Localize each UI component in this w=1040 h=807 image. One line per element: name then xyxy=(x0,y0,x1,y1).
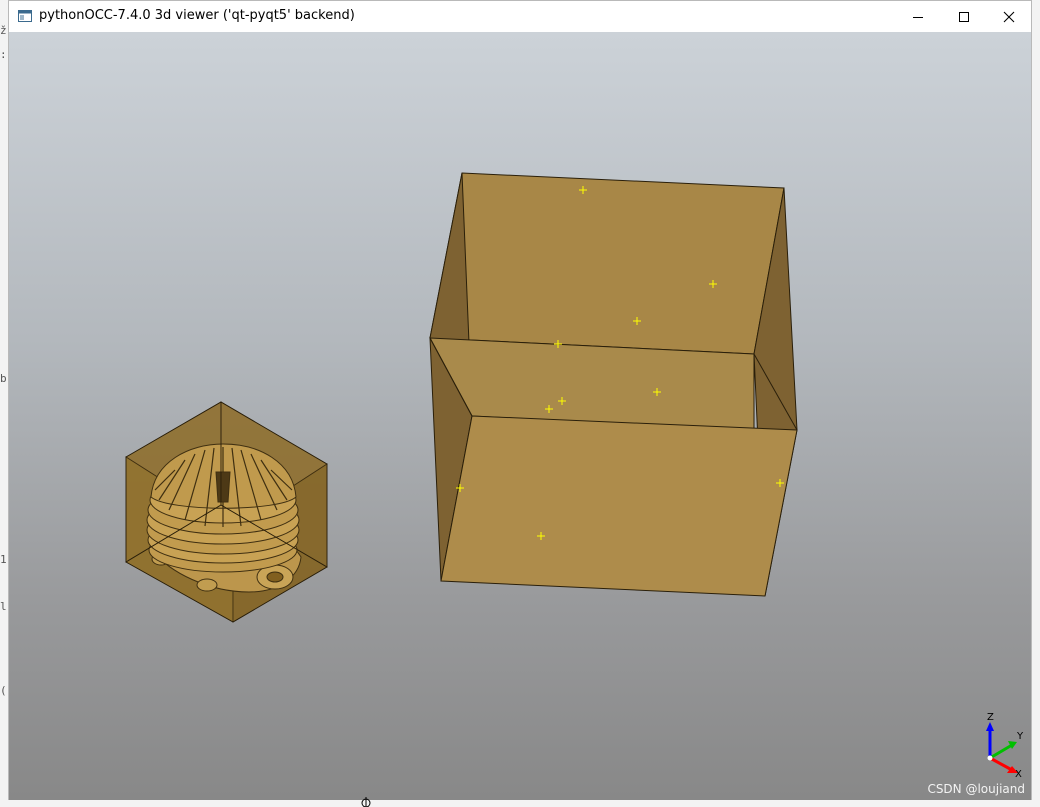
title-bar[interactable]: pythonOCC-7.4.0 3d viewer ('qt-pyqt5' ba… xyxy=(9,1,1031,32)
background-text: ž xyxy=(0,24,7,37)
maximize-button[interactable] xyxy=(941,1,987,32)
axis-z-label: Z xyxy=(987,712,994,723)
minimize-button[interactable] xyxy=(895,1,941,32)
minimize-icon xyxy=(913,16,923,18)
background-text: b xyxy=(0,372,7,385)
close-icon xyxy=(1003,11,1015,22)
axis-x-label: X xyxy=(1015,769,1022,780)
3d-viewport[interactable]: Z Y X CSDN @loujiand xyxy=(9,32,1031,800)
close-button[interactable] xyxy=(986,1,1032,32)
background-text: l xyxy=(0,600,7,613)
viewer-window: pythonOCC-7.4.0 3d viewer ('qt-pyqt5' ba… xyxy=(8,0,1032,800)
app-window-icon xyxy=(18,10,32,22)
maximize-icon xyxy=(959,11,969,22)
watermark: CSDN @loujiand xyxy=(927,782,1025,796)
scene-canvas[interactable]: Z Y X xyxy=(9,32,1031,800)
background-text: : xyxy=(0,48,7,61)
background-text: 1 xyxy=(0,553,7,566)
background-text: ( xyxy=(0,684,7,697)
axis-triad: Z Y X xyxy=(986,712,1024,780)
bounding-cube-small[interactable] xyxy=(125,401,328,623)
bounding-box-large[interactable] xyxy=(429,172,798,597)
move-cursor-icon xyxy=(361,797,371,807)
axis-y-label: Y xyxy=(1016,731,1024,742)
window-title: pythonOCC-7.4.0 3d viewer ('qt-pyqt5' ba… xyxy=(39,8,355,23)
